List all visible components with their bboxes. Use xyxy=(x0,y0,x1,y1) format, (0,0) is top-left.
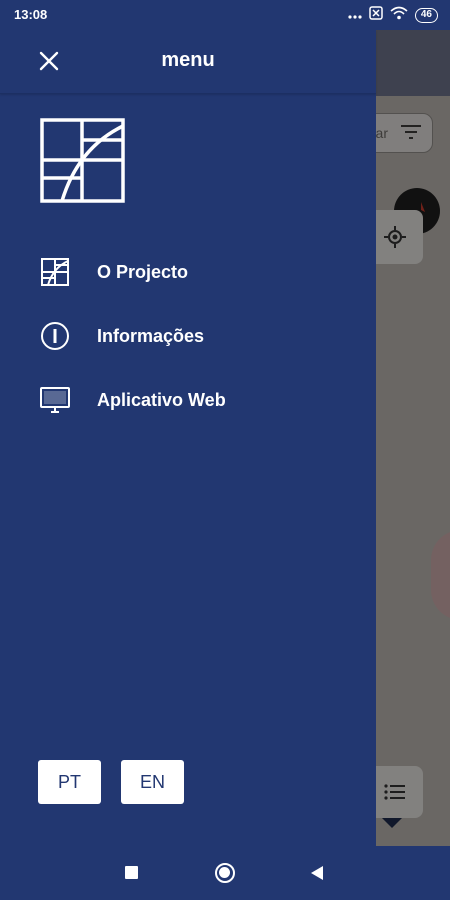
back-icon[interactable] xyxy=(311,866,323,880)
nav-label-informacoes: Informações xyxy=(97,325,205,346)
nav-item-informacoes[interactable]: Informações xyxy=(0,308,376,364)
language-button-pt[interactable]: PT xyxy=(38,760,101,804)
project-grid-icon xyxy=(40,257,70,287)
sim-icon xyxy=(369,6,383,25)
language-selector: PT EN xyxy=(38,760,184,804)
home-icon[interactable] xyxy=(215,863,235,883)
project-logo xyxy=(40,118,125,208)
info-icon xyxy=(40,321,70,351)
language-button-en[interactable]: EN xyxy=(121,760,184,804)
monitor-icon xyxy=(40,385,70,415)
nav-item-o-projecto[interactable]: O Projecto xyxy=(0,244,376,300)
drawer-scrim[interactable] xyxy=(376,30,450,846)
menu-title: menu xyxy=(161,49,215,71)
status-bar: 13:08 46 xyxy=(0,0,450,30)
drawer-header: menu xyxy=(0,30,376,94)
recents-icon[interactable] xyxy=(125,866,138,879)
status-icons: 46 xyxy=(348,6,438,25)
more-icon xyxy=(348,7,362,25)
nav-label-aplicativo-web: Aplicativo Web xyxy=(97,389,226,410)
wifi-icon xyxy=(390,6,408,25)
status-time: 13:08 xyxy=(14,7,48,22)
battery-icon: 46 xyxy=(414,8,438,23)
system-nav-bar xyxy=(0,846,450,900)
nav-item-aplicativo-web[interactable]: Aplicativo Web xyxy=(0,372,376,428)
navigation-drawer: menu O Projecto Informações Aplicativo W… xyxy=(0,30,376,846)
nav-label-o-projecto: O Projecto xyxy=(97,261,189,282)
